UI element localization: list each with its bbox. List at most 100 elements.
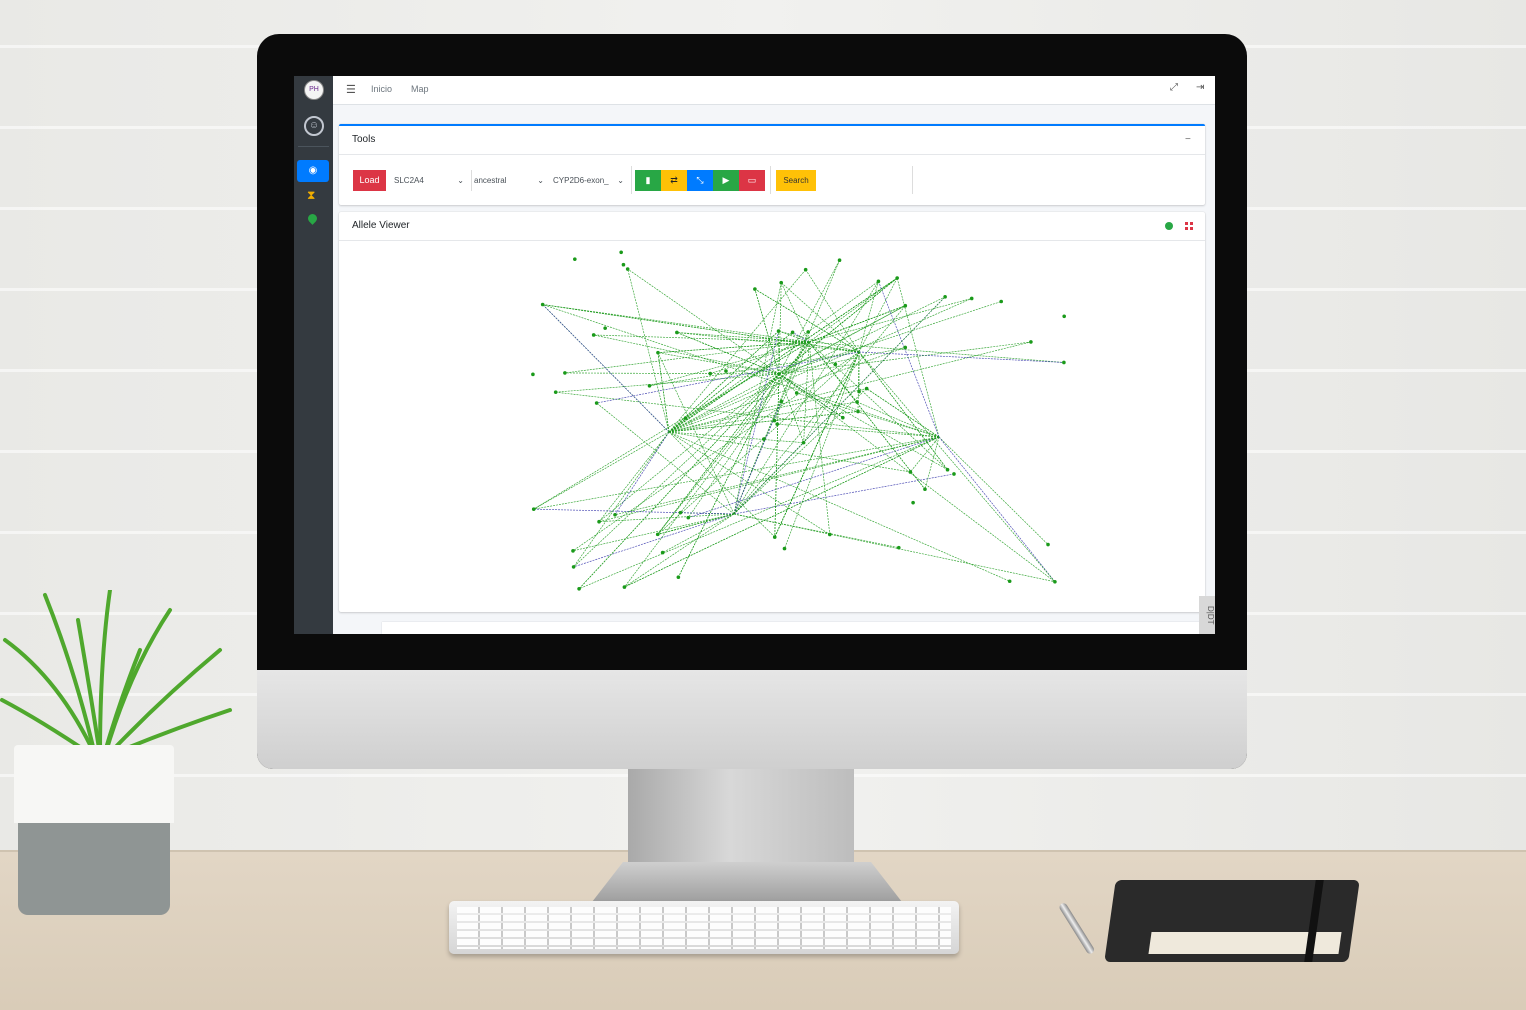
graph-node[interactable]: [943, 295, 947, 299]
graph-node[interactable]: [647, 384, 652, 388]
play-button[interactable]: ▶: [713, 170, 739, 191]
graph-node[interactable]: [857, 389, 861, 394]
vr-button[interactable]: ▭: [739, 170, 765, 191]
graph-node[interactable]: [540, 302, 545, 307]
graph-node[interactable]: [895, 276, 899, 280]
graph-node[interactable]: [1046, 542, 1050, 547]
user-circle-icon[interactable]: ☺: [304, 116, 324, 136]
graph-edge: [668, 277, 898, 433]
graph-node[interactable]: [1053, 579, 1057, 584]
graph-node[interactable]: [655, 532, 660, 537]
refresh-button[interactable]: ⇄: [661, 170, 687, 191]
graph-node[interactable]: [1062, 314, 1066, 319]
graph-node[interactable]: [903, 345, 908, 350]
graph-node[interactable]: [1007, 579, 1012, 584]
graph-node[interactable]: [619, 250, 623, 255]
graph-edge: [910, 436, 940, 473]
graph-node[interactable]: [531, 507, 536, 511]
graph-node[interactable]: [945, 467, 950, 472]
graph-node[interactable]: [790, 330, 795, 335]
graph-node[interactable]: [876, 279, 881, 284]
graph-node[interactable]: [656, 350, 660, 355]
graph-node[interactable]: [841, 415, 845, 420]
load-button[interactable]: Load: [353, 170, 386, 191]
graph-node[interactable]: [923, 487, 927, 492]
graph-node[interactable]: [613, 512, 617, 517]
graph-node[interactable]: [801, 440, 806, 445]
graph-node[interactable]: [675, 330, 679, 335]
graph-edge: [624, 436, 940, 588]
graph-node[interactable]: [660, 550, 665, 555]
graph-node[interactable]: [683, 416, 688, 420]
graph-node[interactable]: [779, 280, 784, 285]
graph-node[interactable]: [603, 326, 607, 330]
graph-node[interactable]: [794, 391, 799, 395]
graph-node[interactable]: [622, 585, 627, 589]
graph-node[interactable]: [855, 400, 859, 404]
graph-node[interactable]: [686, 515, 691, 520]
graph-node[interactable]: [563, 371, 567, 375]
graph-node[interactable]: [806, 330, 810, 334]
population-select[interactable]: ancestral ⌄: [471, 170, 547, 191]
graph-node[interactable]: [803, 267, 808, 272]
graph-node[interactable]: [782, 546, 787, 551]
nav-link-map[interactable]: Map: [411, 84, 429, 94]
graph-edge: [808, 298, 972, 343]
comment-button[interactable]: ▮: [635, 170, 661, 191]
graph-node[interactable]: [952, 472, 956, 476]
graph-node[interactable]: [772, 418, 777, 423]
graph-node[interactable]: [911, 500, 915, 505]
sidebar-item-dashboard[interactable]: ◉: [297, 160, 329, 182]
graph-node[interactable]: [896, 545, 901, 550]
hourglass-icon[interactable]: ⧗: [307, 188, 315, 203]
allele-network-graph[interactable]: [339, 242, 1205, 602]
graph-node[interactable]: [908, 470, 913, 474]
graph-node[interactable]: [625, 267, 630, 271]
nav-link-inicio[interactable]: Inicio: [371, 84, 392, 94]
graph-node[interactable]: [571, 549, 575, 553]
graph-node[interactable]: [577, 586, 581, 591]
collapse-icon[interactable]: −: [1185, 134, 1191, 145]
expand-icon[interactable]: ⤢: [1170, 82, 1178, 93]
graph-node[interactable]: [597, 519, 601, 524]
search-button[interactable]: Search: [776, 170, 816, 191]
grid-icon[interactable]: [1185, 222, 1193, 230]
graph-node[interactable]: [594, 401, 599, 405]
graph-node[interactable]: [1029, 340, 1033, 344]
gene-select[interactable]: SLC2A4 ⌄: [392, 170, 467, 191]
compress-button[interactable]: ⤡: [687, 170, 713, 191]
graph-node[interactable]: [775, 422, 779, 426]
app-logo[interactable]: PH: [304, 80, 324, 100]
graph-node[interactable]: [833, 362, 838, 367]
graph-node[interactable]: [772, 535, 777, 539]
graph-node[interactable]: [779, 399, 784, 404]
graph-node[interactable]: [864, 386, 869, 391]
side-tab[interactable]: D|DT: [1199, 596, 1215, 634]
graph-node[interactable]: [724, 369, 728, 373]
graph-node[interactable]: [999, 299, 1004, 304]
graph-node[interactable]: [531, 372, 535, 377]
graph-node[interactable]: [903, 303, 908, 308]
globe-icon[interactable]: [1165, 222, 1173, 230]
graph-node[interactable]: [761, 437, 766, 441]
graph-node[interactable]: [571, 565, 576, 569]
map-marker-icon[interactable]: [306, 212, 319, 225]
graph-node[interactable]: [573, 257, 577, 261]
graph-node[interactable]: [753, 287, 757, 291]
graph-node[interactable]: [553, 390, 558, 394]
graph-node[interactable]: [776, 329, 781, 333]
graph-edges: [533, 260, 1064, 590]
graph-node[interactable]: [837, 258, 842, 262]
graph-node[interactable]: [678, 510, 683, 515]
allele-select[interactable]: CYP2D6-exon_ ⌄: [551, 170, 627, 191]
graph-node[interactable]: [969, 296, 974, 301]
graph-node[interactable]: [856, 409, 860, 414]
logout-icon[interactable]: ⇥: [1196, 82, 1204, 93]
graph-node[interactable]: [708, 371, 713, 376]
graph-node[interactable]: [621, 262, 626, 267]
graph-node[interactable]: [1062, 360, 1066, 365]
graph-node[interactable]: [591, 333, 596, 337]
graph-node[interactable]: [827, 532, 832, 537]
graph-node[interactable]: [676, 575, 681, 579]
hamburger-icon[interactable]: ☰: [346, 83, 356, 96]
